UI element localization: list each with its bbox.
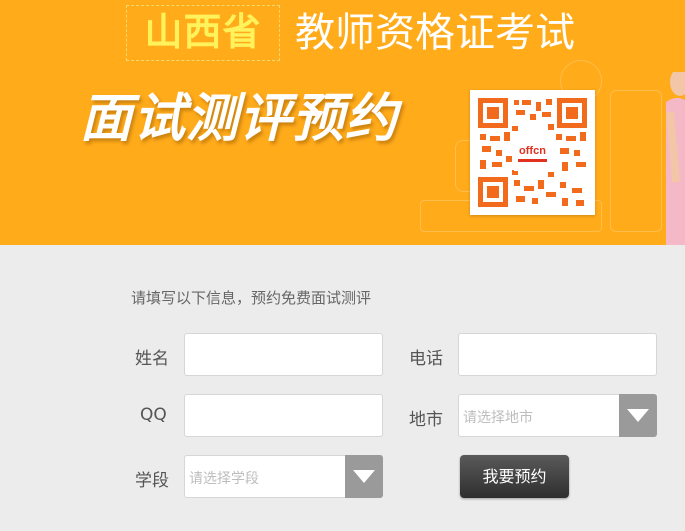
person-illustration — [666, 72, 685, 245]
decorative-lines — [610, 90, 662, 232]
exam-name-title: 教师资格证考试 — [295, 10, 575, 56]
page-title: 面试测评预约 — [80, 89, 399, 149]
name-label: 姓名 — [135, 349, 169, 369]
stage-label: 学段 — [135, 471, 169, 491]
qr-code: offcn — [470, 90, 595, 215]
chevron-down-icon — [353, 470, 375, 483]
province-title: 山西省 — [126, 5, 280, 61]
stage-dropdown-button[interactable] — [345, 455, 383, 498]
header-banner: 山西省 教师资格证考试 面试测评预约 offcn — [0, 0, 685, 245]
appointment-form: 请填写以下信息，预约免费面试测评 姓名 电话 QQ 地市 请选择地市 学段 请选… — [0, 245, 685, 531]
name-input[interactable] — [184, 333, 383, 376]
chevron-down-icon — [627, 409, 649, 422]
stage-select[interactable]: 请选择学段 — [184, 455, 383, 498]
submit-button[interactable]: 我要预约 — [460, 455, 569, 498]
city-select[interactable]: 请选择地市 — [458, 394, 657, 437]
qr-code-icon: offcn — [476, 96, 589, 209]
qq-input[interactable] — [184, 394, 383, 437]
city-label: 地市 — [409, 410, 443, 430]
form-intro: 请填写以下信息，预约免费面试测评 — [131, 289, 372, 307]
city-dropdown-button[interactable] — [619, 394, 657, 437]
phone-input[interactable] — [458, 333, 657, 376]
phone-label: 电话 — [409, 349, 443, 369]
qq-label: QQ — [140, 405, 167, 425]
city-placeholder: 请选择地市 — [463, 410, 533, 426]
stage-placeholder: 请选择学段 — [189, 471, 259, 487]
brand-text: offcn — [519, 145, 546, 157]
